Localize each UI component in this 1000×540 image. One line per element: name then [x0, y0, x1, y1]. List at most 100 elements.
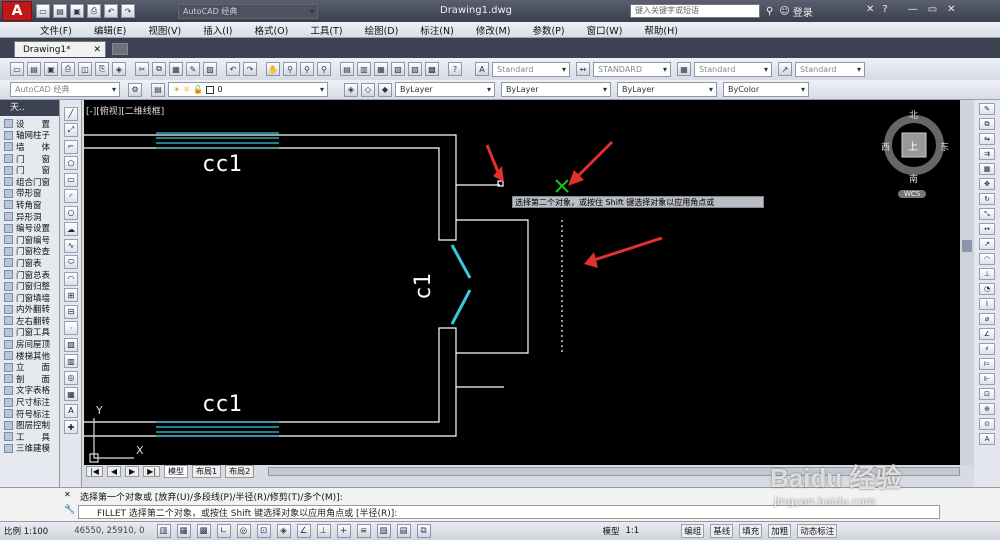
mleader-style-dropdown[interactable]: Standard — [795, 61, 865, 77]
offset-icon[interactable]: ⇉ — [979, 148, 995, 160]
print-icon[interactable]: ⎙ — [61, 62, 75, 76]
bold-button[interactable]: 加粗 — [768, 524, 792, 538]
polygon-icon[interactable]: ⬠ — [64, 156, 78, 170]
continue-icon[interactable]: ⊩ — [979, 373, 995, 385]
tab-layout1[interactable]: 布局1 — [192, 464, 222, 478]
model-space-button[interactable]: 模型 — [603, 525, 620, 537]
tab-model[interactable]: 模型 — [164, 464, 189, 478]
match-properties-icon[interactable]: ✎ — [186, 62, 200, 76]
help-icon[interactable]: ? — [448, 62, 462, 76]
quick-dim-icon[interactable]: ⚡ — [979, 343, 995, 355]
compass-west[interactable]: 西 — [881, 140, 890, 153]
tarch-item[interactable]: 墙 体 — [0, 141, 59, 153]
rotate-icon[interactable]: ↻ — [979, 193, 995, 205]
wcs-button[interactable]: WCS — [898, 190, 927, 198]
make-current-icon[interactable]: ◈ — [344, 82, 358, 97]
tarch-item[interactable]: 门窗归整 — [0, 280, 59, 292]
polyline-icon[interactable]: ⌐ — [64, 139, 78, 154]
tab-layout2[interactable]: 布局2 — [225, 464, 255, 478]
nav-next-icon[interactable]: ▶ — [125, 465, 140, 477]
menu-dimension[interactable]: 标注(N) — [420, 23, 454, 37]
menu-insert[interactable]: 插入(I) — [203, 23, 232, 37]
tarch-item[interactable]: 立 面 — [0, 361, 59, 373]
tarch-item[interactable]: 房间屋顶 — [0, 338, 59, 350]
layer-state-icon[interactable]: ◆ — [378, 82, 392, 97]
transparency-icon[interactable]: ▨ — [376, 524, 391, 538]
layer-manager-icon[interactable]: ▤ — [151, 82, 165, 97]
compass-east[interactable]: 东 — [940, 140, 949, 153]
tolerance-icon[interactable]: ⊡ — [979, 388, 995, 400]
pan-icon[interactable]: ✋ — [266, 62, 280, 76]
ducs-icon[interactable]: ⊥ — [316, 524, 331, 538]
array-icon[interactable]: ▦ — [979, 163, 995, 175]
mtext-icon[interactable]: A — [64, 403, 78, 418]
text-style-icon[interactable]: A — [475, 62, 489, 76]
linetype-dropdown[interactable]: ByLayer — [501, 82, 611, 97]
table-style-icon[interactable]: ▦ — [677, 62, 691, 76]
tarch-item[interactable]: 楼梯其他 — [0, 350, 59, 362]
tarch-item[interactable]: 门窗表 — [0, 257, 59, 269]
menu-format[interactable]: 格式(O) — [254, 23, 288, 37]
point-icon[interactable]: · — [64, 321, 78, 335]
polar-tracking-icon[interactable]: ◎ — [236, 524, 251, 538]
wrench-icon[interactable]: 🔧 — [64, 505, 75, 515]
circle-icon[interactable]: ○ — [64, 205, 78, 220]
baseline-icon[interactable]: ⊨ — [979, 358, 995, 370]
publish-icon[interactable]: ⎘ — [95, 62, 109, 76]
dim-angular-icon[interactable]: ∠ — [979, 328, 995, 340]
menu-window[interactable]: 窗口(W) — [587, 23, 623, 37]
cut-icon[interactable]: ✂ — [135, 62, 149, 76]
selection-cycling-icon[interactable]: ⧉ — [416, 524, 431, 538]
tarch-item[interactable]: 编号设置 — [0, 222, 59, 234]
tarch-item[interactable]: 门 窗 — [0, 153, 59, 165]
zoom-realtime-icon[interactable]: ⚲ — [283, 62, 297, 76]
menu-parametric[interactable]: 参数(P) — [532, 23, 564, 37]
exchange-icon[interactable]: ✕ — [866, 4, 874, 15]
dim-ordinate-icon[interactable]: ⊥ — [979, 268, 995, 280]
tarch-item[interactable]: 文字表格 — [0, 385, 59, 396]
dim-style-icon[interactable]: ↔ — [576, 62, 590, 76]
new-icon[interactable]: ▭ — [10, 62, 24, 76]
dim-style-dropdown[interactable]: STANDARD — [593, 61, 671, 77]
scroll-thumb[interactable] — [962, 240, 972, 252]
tarch-item[interactable]: 剖 面 — [0, 373, 59, 385]
tarch-item[interactable]: 门 窗 — [0, 164, 59, 176]
inspection-icon[interactable]: ⊙ — [979, 418, 995, 430]
tarch-item[interactable]: 设 置 — [0, 118, 59, 130]
line-icon[interactable]: ╱ — [64, 106, 78, 121]
close-icon[interactable]: ✕ — [947, 4, 955, 15]
app-menu-button[interactable]: A — [2, 1, 32, 21]
tarch-item[interactable]: 尺寸标注 — [0, 396, 59, 408]
minimize-icon[interactable]: — — [908, 4, 918, 15]
text-style-dropdown[interactable]: Standard — [492, 61, 570, 77]
arc-icon[interactable]: ◜ — [64, 189, 78, 203]
hatch-icon[interactable]: ▨ — [64, 337, 78, 352]
paste-icon[interactable]: ▦ — [169, 62, 183, 76]
copy-icon[interactable]: ⧉ — [979, 118, 995, 130]
object-snap-icon[interactable]: ⊡ — [256, 524, 271, 538]
tarch-item[interactable]: 带形窗 — [0, 188, 59, 199]
menu-modify[interactable]: 修改(M) — [476, 23, 511, 37]
zoom-previous-icon[interactable]: ⚲ — [317, 62, 331, 76]
save-icon[interactable]: ▣ — [44, 62, 58, 76]
design-center-icon[interactable]: ▥ — [357, 62, 371, 76]
ellipse-arc-icon[interactable]: ◠ — [64, 271, 78, 286]
calculator-icon[interactable]: ▩ — [425, 62, 439, 76]
dim-linear-icon[interactable]: ↔ — [979, 223, 995, 235]
zoom-window-icon[interactable]: ⚲ — [300, 62, 314, 76]
tarch-item[interactable]: 门窗总表 — [0, 269, 59, 281]
markup-icon[interactable]: ▨ — [408, 62, 422, 76]
dim-arc-icon[interactable]: ◠ — [979, 253, 995, 265]
undo-icon[interactable]: ↶ — [226, 62, 240, 76]
login-link[interactable]: 登录 — [793, 4, 813, 19]
fill-button[interactable]: 填充 — [739, 524, 763, 538]
annotation-scale[interactable]: 1:1 — [626, 526, 640, 536]
layer-dropdown[interactable]: ☀ ☼ 🔓 0 — [168, 82, 328, 97]
tarch-item[interactable]: 左右翻转 — [0, 315, 59, 327]
command-close-icon[interactable]: ✕ — [64, 490, 71, 499]
binoculars-icon[interactable]: ⚲ — [766, 6, 773, 17]
tarch-item[interactable]: 门窗填墙 — [0, 292, 59, 304]
tarch-item[interactable]: 门窗编号 — [0, 234, 59, 246]
snap-mode-icon[interactable]: ▦ — [176, 524, 191, 538]
dim-edit-icon[interactable]: A — [979, 433, 995, 445]
